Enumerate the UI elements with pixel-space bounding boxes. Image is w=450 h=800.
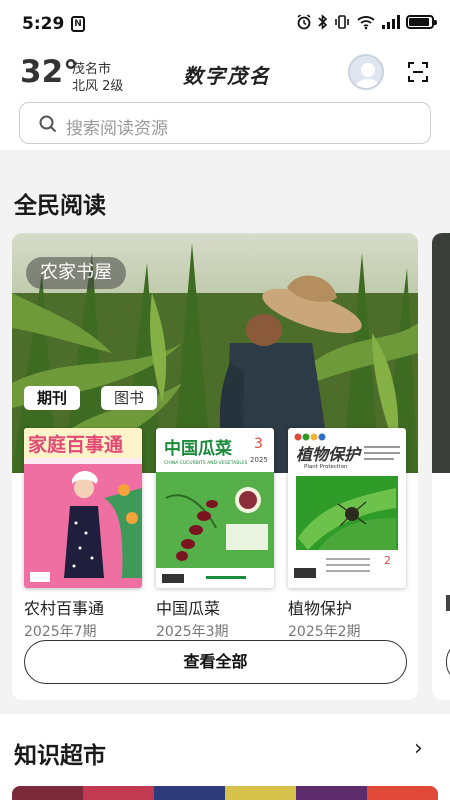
book-item[interactable]: 植物保护 Plant Protection 2 植物保护 2025年2期 [288, 428, 406, 641]
signal-icon [382, 15, 400, 29]
book-title: 植物保护 [288, 599, 353, 618]
book-issue: 2025年3期 [156, 624, 229, 640]
book-cover-subtitle: Plant Protection [304, 464, 348, 470]
book-cover[interactable]: 家庭百事通 [24, 428, 142, 588]
book-cover-subtitle: CHINA CUCURBITS AND VEGETABLES [164, 460, 248, 466]
book-item[interactable]: 家庭百事通 农村百事通 2025年7期 [24, 428, 142, 641]
weather-description[interactable]: 北风 2级 [72, 75, 123, 94]
battery-level-fill [409, 18, 429, 26]
book-issue: 2025年7期 [24, 624, 97, 640]
weather-temperature[interactable]: 32° [20, 54, 79, 90]
book-item[interactable]: 中国瓜菜 3 2025 CHINA CUCURBITS AND VEGETABL… [156, 428, 274, 641]
tab-periodicals[interactable]: 期刊 [24, 386, 81, 410]
view-all-button[interactable]: 查看全部 [24, 640, 407, 684]
status-icons [296, 14, 437, 30]
status-bar: 5:29 N [0, 0, 450, 48]
book-cover-title: 植物保护 [296, 445, 362, 464]
book-title: 农村百事通 [24, 599, 105, 618]
tab-books[interactable]: 图书 [101, 386, 158, 410]
chevron-right-icon[interactable]: › [414, 736, 423, 761]
user-avatar[interactable] [348, 54, 384, 90]
book-title: 中国瓜菜 [156, 599, 221, 618]
knowledge-market-section: 知识超市 › [0, 714, 450, 800]
status-time: 5:29 [22, 14, 65, 34]
section-title-reading: 全民阅读 [14, 193, 106, 219]
next-card-peek[interactable] [432, 233, 450, 700]
vibrate-icon [335, 15, 349, 29]
book-cover[interactable]: 植物保护 Plant Protection 2 [288, 428, 406, 588]
book-cover-title: 中国瓜菜 [164, 438, 233, 459]
app-title: 数字茂名 [183, 64, 271, 88]
book-cover-year: 2025 [250, 456, 268, 464]
battery-icon [406, 15, 437, 29]
alarm-icon [297, 14, 311, 30]
search-input[interactable]: 搜索阅读资源 [19, 102, 431, 144]
bluetooth-icon [318, 14, 328, 30]
book-cover-number: 2 [384, 554, 391, 567]
reading-card: 农家书屋 期刊 图书 家庭百事通 农村百事通 2025年7期 中国瓜菜 3 20… [12, 233, 418, 700]
scan-icon[interactable] [406, 60, 430, 84]
knowledge-market-banner[interactable] [12, 786, 438, 800]
top-header-area: 5:29 N 32° 茂名市 北风 2级 数字茂名 搜索阅读资源 [0, 0, 450, 150]
notification-badge: N [71, 16, 85, 32]
wifi-icon [357, 16, 375, 30]
section-title-knowledge-market: 知识超市 [14, 743, 106, 769]
user-silhouette-icon [354, 63, 382, 88]
search-icon [39, 115, 57, 133]
book-cover-number: 3 [254, 436, 263, 452]
hero-tag-label[interactable]: 农家书屋 [26, 257, 126, 289]
search-placeholder: 搜索阅读资源 [66, 119, 168, 139]
book-issue: 2025年2期 [288, 624, 361, 640]
book-cover-title: 家庭百事通 [28, 433, 124, 456]
book-cover[interactable]: 中国瓜菜 3 2025 CHINA CUCURBITS AND VEGETABL… [156, 428, 274, 588]
